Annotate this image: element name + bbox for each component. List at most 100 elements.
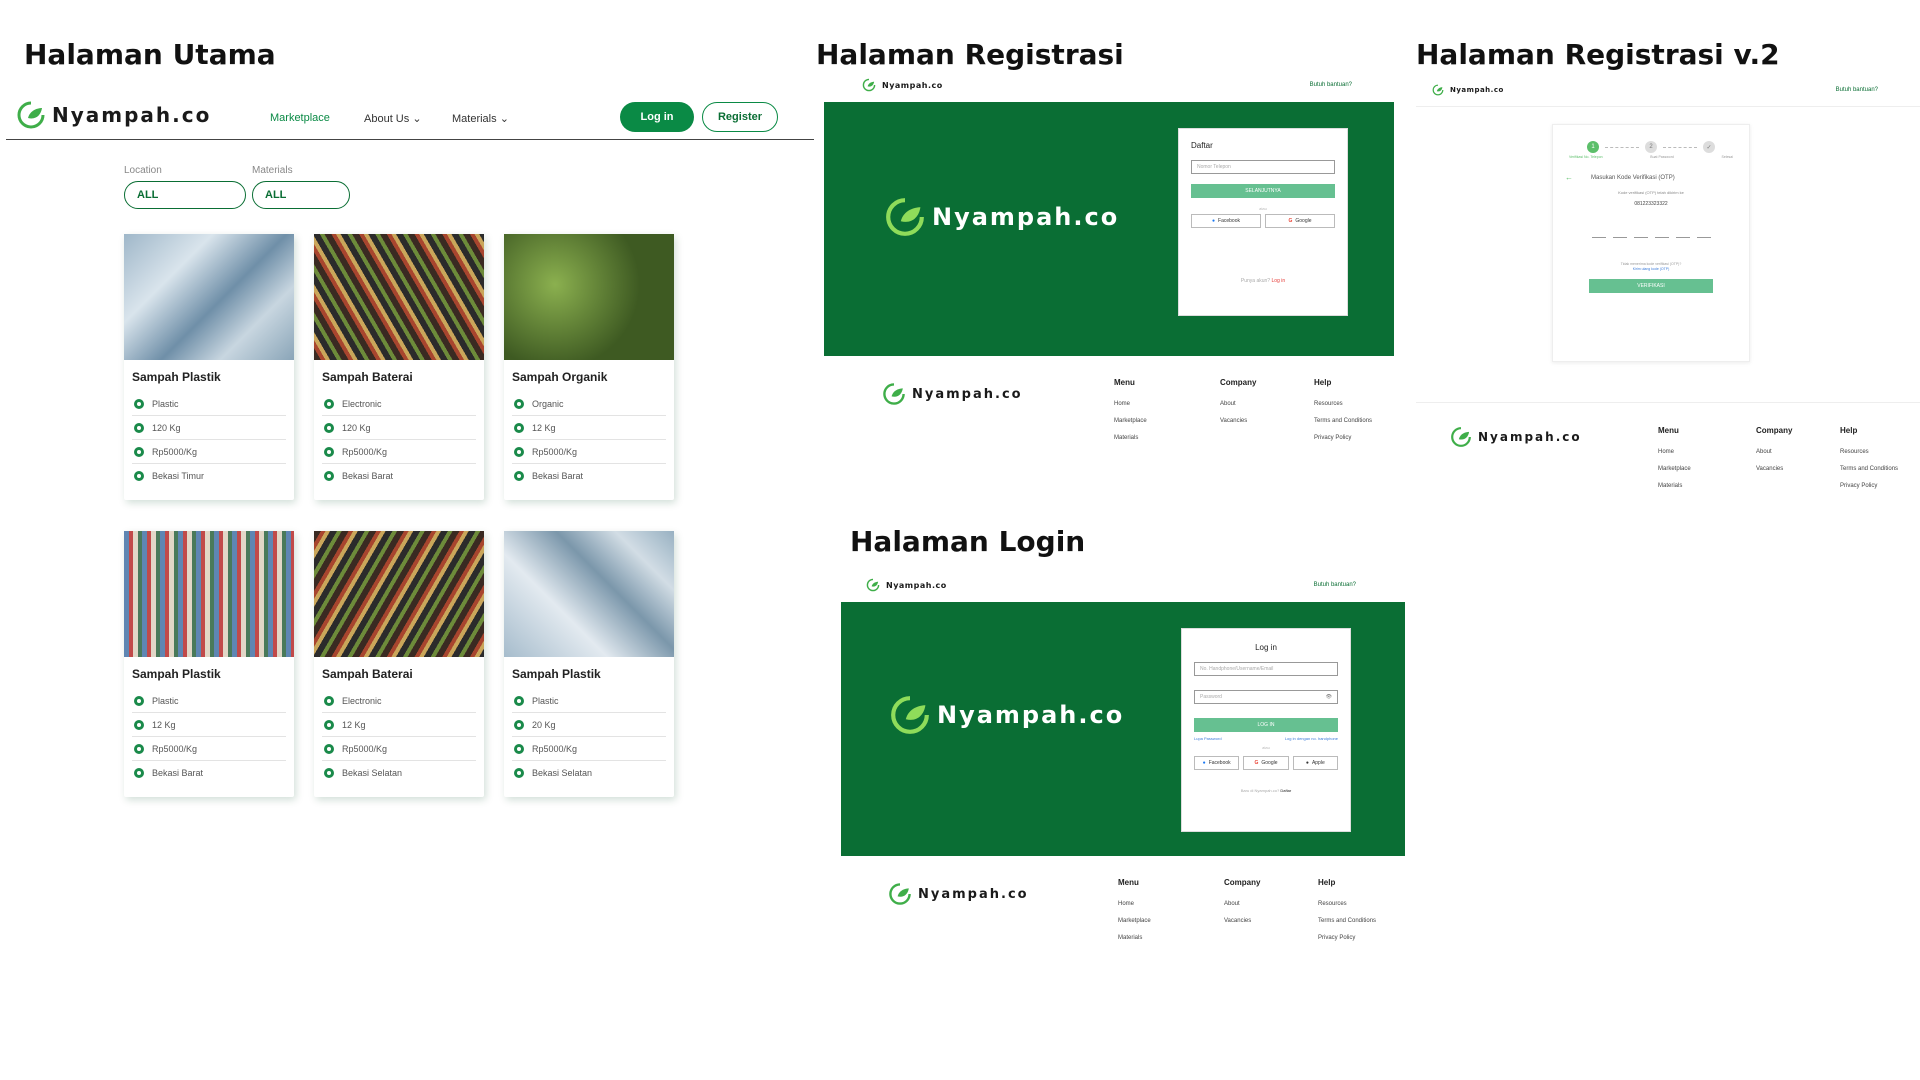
nav-marketplace[interactable]: Marketplace bbox=[270, 112, 330, 124]
otp-inputs[interactable] bbox=[1553, 237, 1749, 238]
product-location-row: Bekasi Timur bbox=[132, 464, 286, 488]
google-button[interactable]: G Google bbox=[1265, 214, 1335, 228]
section-title: Halaman Utama bbox=[24, 38, 276, 71]
resend-link[interactable]: Kirim ulang kode (OTP) bbox=[1553, 267, 1749, 271]
social-buttons: ● Facebook G Google ● Apple bbox=[1194, 756, 1338, 770]
product-card[interactable]: Sampah Organik Organic 12 Kg Rp5000/Kg Bekas… bbox=[504, 234, 674, 500]
materials-select[interactable]: ALL bbox=[252, 181, 350, 209]
otp-digit[interactable] bbox=[1696, 237, 1711, 238]
footer-link[interactable]: Terms and Conditions bbox=[1318, 918, 1376, 924]
footer-link[interactable]: Resources bbox=[1318, 901, 1376, 907]
footer-link[interactable]: Privacy Policy bbox=[1314, 435, 1372, 441]
footer-link[interactable]: Terms and Conditions bbox=[1840, 466, 1898, 472]
facebook-button[interactable]: ● Facebook bbox=[1194, 756, 1240, 770]
product-card[interactable]: Sampah Baterai Electronic 12 Kg Rp5000/Kg Be… bbox=[314, 531, 484, 797]
product-price: Rp5000/Kg bbox=[532, 446, 578, 457]
footer-link[interactable]: Vacancies bbox=[1756, 466, 1792, 472]
footer-link[interactable]: Resources bbox=[1314, 401, 1372, 407]
footer-link[interactable]: About bbox=[1224, 901, 1260, 907]
otp-digit[interactable] bbox=[1612, 237, 1627, 238]
signup-link[interactable]: Daftar bbox=[1280, 788, 1291, 793]
product-weight: 120 Kg bbox=[152, 422, 181, 433]
footer-link[interactable]: Home bbox=[1658, 449, 1691, 455]
product-card[interactable]: Sampah Plastik Plastic 20 Kg Rp5000/Kg Bekas… bbox=[504, 531, 674, 797]
otp-digit[interactable] bbox=[1654, 237, 1669, 238]
footer-link[interactable]: About bbox=[1220, 401, 1256, 407]
register-button[interactable]: Register bbox=[702, 102, 778, 132]
next-button[interactable]: SELANJUTNYA bbox=[1191, 184, 1335, 198]
footer-menu: Menu Home Marketplace Materials bbox=[1118, 878, 1151, 952]
footer-link[interactable]: Vacancies bbox=[1220, 418, 1256, 424]
product-type: Organic bbox=[532, 398, 564, 409]
help-link[interactable]: Butuh bantuan? bbox=[1310, 82, 1352, 88]
product-price: Rp5000/Kg bbox=[342, 446, 388, 457]
footer-link[interactable]: Marketplace bbox=[1658, 466, 1691, 472]
brand-logo[interactable]: Nyampah.co bbox=[1432, 84, 1504, 96]
brand-logo[interactable]: Nyampah.co bbox=[16, 100, 211, 130]
footer-link[interactable]: Resources bbox=[1840, 449, 1898, 455]
otp-digit[interactable] bbox=[1591, 237, 1606, 238]
phone-input[interactable]: Nomor Telepon bbox=[1191, 160, 1335, 174]
product-location: Bekasi Selatan bbox=[532, 768, 593, 778]
leaf-logo-icon bbox=[886, 198, 924, 236]
otp-digit[interactable] bbox=[1675, 237, 1690, 238]
step-label: Verifikasi No. Telepon bbox=[1569, 155, 1603, 159]
footer-link[interactable]: Home bbox=[1118, 901, 1151, 907]
chevron-down-icon: ⌄ bbox=[499, 113, 509, 125]
facebook-button[interactable]: ● Facebook bbox=[1191, 214, 1261, 228]
product-card[interactable]: Sampah Plastik Plastic 120 Kg Rp5000/Kg Beka… bbox=[124, 234, 294, 500]
form-title: Log in bbox=[1255, 643, 1277, 652]
footer-help: Help Resources Terms and Conditions Privacy… bbox=[1840, 426, 1898, 500]
facebook-icon: ● bbox=[1202, 760, 1206, 766]
login-button[interactable]: Log in bbox=[620, 102, 694, 132]
brand-logo[interactable]: Nyampah.co bbox=[866, 578, 947, 592]
price-tag-icon bbox=[324, 446, 334, 457]
product-title: Sampah Plastik bbox=[512, 667, 601, 681]
product-location: Bekasi Barat bbox=[532, 471, 584, 481]
product-image bbox=[124, 234, 294, 360]
footer-link[interactable]: Privacy Policy bbox=[1840, 483, 1898, 489]
nav-about[interactable]: About Us ⌄ bbox=[364, 112, 422, 125]
help-link[interactable]: Butuh bantuan? bbox=[1314, 582, 1356, 588]
footer-link[interactable]: About bbox=[1756, 449, 1792, 455]
login-phone-link[interactable]: Log in dengan no. handphone bbox=[1285, 736, 1338, 741]
product-image bbox=[124, 531, 294, 657]
username-input[interactable]: No. Handphone/Username/Email bbox=[1194, 662, 1338, 676]
login-link[interactable]: Log in bbox=[1271, 278, 1285, 284]
verify-button[interactable]: VERIFIKASI bbox=[1589, 279, 1713, 293]
location-select[interactable]: ALL bbox=[124, 181, 246, 209]
back-arrow-icon[interactable]: ← bbox=[1565, 173, 1573, 182]
weight-icon bbox=[134, 422, 144, 433]
halaman-utama-panel: Halaman Utama Nyampah.co Marketplace Abo… bbox=[0, 0, 820, 1080]
eye-icon[interactable]: 👁 bbox=[1326, 694, 1332, 700]
product-location-row: Bekasi Barat bbox=[132, 761, 286, 785]
product-weight-row: 120 Kg bbox=[132, 416, 286, 440]
apple-button[interactable]: ● Apple bbox=[1292, 756, 1338, 770]
product-card[interactable]: Sampah Baterai Electronic 120 Kg Rp5000/Kg B… bbox=[314, 234, 484, 500]
product-card[interactable]: Sampah Plastik Plastic 12 Kg Rp5000/Kg Bekas… bbox=[124, 531, 294, 797]
footer-link[interactable]: Materials bbox=[1114, 435, 1147, 441]
brand-logo[interactable]: Nyampah.co bbox=[862, 78, 943, 92]
footer-link[interactable]: Home bbox=[1114, 401, 1147, 407]
help-link[interactable]: Butuh bantuan? bbox=[1836, 87, 1878, 93]
password-input[interactable]: Password 👁 bbox=[1194, 690, 1338, 704]
otp-digit[interactable] bbox=[1633, 237, 1648, 238]
product-type-row: Plastic bbox=[132, 392, 286, 416]
footer-link[interactable]: Materials bbox=[1118, 935, 1151, 941]
footer-link[interactable]: Marketplace bbox=[1118, 918, 1151, 924]
product-title: Sampah Organik bbox=[512, 370, 608, 384]
nav-materials[interactable]: Materials ⌄ bbox=[452, 112, 509, 125]
footer-link[interactable]: Privacy Policy bbox=[1318, 935, 1376, 941]
footer-link[interactable]: Materials bbox=[1658, 483, 1691, 489]
footer-link[interactable]: Marketplace bbox=[1114, 418, 1147, 424]
login-submit-button[interactable]: LOG IN bbox=[1194, 718, 1338, 732]
weight-icon bbox=[134, 719, 144, 730]
footer-link[interactable]: Vacancies bbox=[1224, 918, 1260, 924]
forgot-password-link[interactable]: Lupa Password bbox=[1194, 736, 1222, 741]
footer-link[interactable]: Terms and Conditions bbox=[1314, 418, 1372, 424]
location-pin-icon bbox=[514, 471, 524, 481]
location-pin-icon bbox=[134, 471, 144, 481]
product-location-row: Bekasi Barat bbox=[322, 464, 476, 488]
product-weight-row: 12 Kg bbox=[512, 416, 666, 440]
google-button[interactable]: G Google bbox=[1243, 756, 1289, 770]
